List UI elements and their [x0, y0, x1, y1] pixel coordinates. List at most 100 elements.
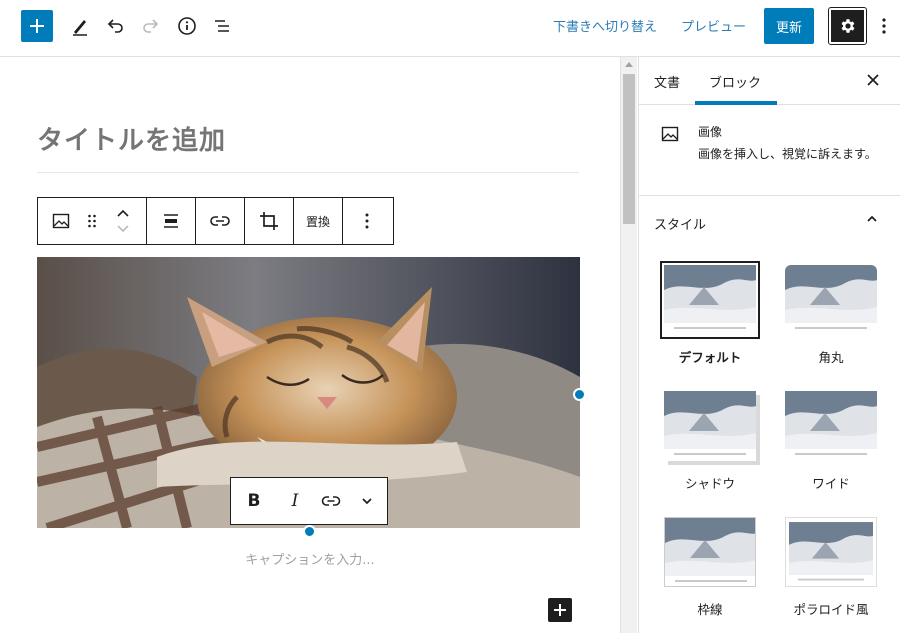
gear-icon	[841, 19, 854, 33]
top-toolbar: 下書きへ切り替え プレビュー 更新	[0, 0, 900, 57]
plus-icon	[30, 19, 44, 33]
style-option-border[interactable]: 枠線	[660, 517, 760, 618]
link-group	[196, 198, 245, 244]
block-description: 画像を挿入し、視覚に訴えます。	[698, 147, 877, 161]
settings-button[interactable]	[828, 7, 867, 45]
pencil-icon	[73, 20, 87, 36]
link-button[interactable]	[313, 478, 349, 524]
close-sidebar-button[interactable]	[864, 71, 882, 89]
close-icon	[867, 74, 879, 86]
style-thumb	[664, 391, 756, 461]
drag-handle-icon	[88, 214, 96, 228]
style-label: 枠線	[697, 602, 723, 617]
details-button[interactable]	[173, 12, 201, 40]
crop-icon	[260, 212, 278, 230]
style-option-default[interactable]: デフォルト	[660, 261, 760, 366]
update-button[interactable]: 更新	[764, 8, 814, 44]
scroll-up-arrow[interactable]	[625, 62, 633, 67]
link-icon	[321, 496, 341, 506]
editor-canvas: タイトルを追加 置換 B I キャプションを入力...	[0, 57, 620, 633]
chevron-up-icon	[867, 215, 877, 222]
info-icon	[178, 17, 196, 35]
snowy-mountain-thumbnail	[664, 391, 756, 461]
style-option-shadow[interactable]: シャドウ	[660, 391, 760, 492]
align-button[interactable]	[147, 198, 195, 244]
snowy-mountain-thumbnail	[664, 265, 756, 335]
add-block-inline-button[interactable]	[548, 598, 572, 622]
style-thumb	[785, 265, 877, 335]
vertical-ellipsis-icon	[365, 213, 369, 229]
image-icon	[661, 126, 679, 142]
title-divider	[37, 172, 579, 173]
resize-handle-bottom[interactable]	[303, 525, 316, 538]
style-label: デフォルト	[678, 350, 742, 365]
block-switcher-group	[38, 198, 147, 244]
styles-heading: スタイル	[654, 218, 707, 233]
link-icon	[210, 216, 230, 226]
redo-button[interactable]	[137, 12, 165, 40]
undo-icon	[107, 19, 123, 33]
style-label: 角丸	[818, 350, 844, 365]
vertical-ellipsis-icon	[882, 18, 886, 34]
crop-group	[245, 198, 294, 244]
style-thumb	[785, 517, 877, 587]
switch-to-draft-link[interactable]: 下書きへ切り替え	[553, 16, 657, 35]
resize-handle-right[interactable]	[573, 388, 586, 401]
snowy-mountain-thumbnail	[785, 391, 877, 461]
style-label: ワイド	[812, 476, 850, 491]
crop-button[interactable]	[245, 198, 293, 244]
settings-sidebar: 文書 ブロック 画像 画像を挿入し、視覚に訴えます。 スタイル デフォルト 角丸	[638, 57, 900, 633]
image-block-icon	[660, 124, 680, 148]
preview-link[interactable]: プレビュー	[681, 16, 746, 35]
style-thumb	[785, 391, 877, 461]
format-toolbar: B I	[230, 477, 388, 525]
options-group	[343, 198, 391, 244]
list-view-button[interactable]	[208, 12, 236, 40]
style-option-polaroid[interactable]: ポラロイド風	[781, 517, 881, 618]
list-view-icon	[215, 20, 229, 32]
style-option-rounded[interactable]: 角丸	[781, 265, 881, 366]
image-icon	[52, 213, 70, 229]
snowy-mountain-thumbnail	[785, 265, 877, 335]
italic-button[interactable]: I	[277, 478, 313, 524]
style-label: ポラロイド風	[793, 602, 869, 617]
chevron-down-icon[interactable]	[116, 224, 130, 234]
block-toolbar: 置換	[37, 197, 394, 245]
block-options-button[interactable]	[343, 198, 391, 244]
insert-link-button[interactable]	[196, 198, 244, 244]
chevron-up-icon[interactable]	[116, 208, 130, 218]
align-group	[147, 198, 196, 244]
tab-block[interactable]: ブロック	[709, 72, 761, 91]
snowy-mountain-thumbnail	[789, 522, 873, 586]
align-center-icon	[164, 214, 178, 228]
style-thumb	[660, 261, 760, 339]
scroll-thumb[interactable]	[623, 74, 635, 224]
plus-icon	[554, 604, 566, 616]
replace-button[interactable]: 置換	[294, 198, 342, 244]
more-options-button[interactable]	[876, 14, 892, 38]
move-buttons	[100, 198, 146, 244]
undo-button[interactable]	[101, 12, 129, 40]
style-label: シャドウ	[684, 476, 735, 491]
style-thumb	[664, 517, 756, 587]
style-option-wide[interactable]: ワイド	[781, 391, 881, 492]
active-tab-indicator	[695, 101, 777, 105]
drag-handle[interactable]	[84, 198, 100, 244]
styles-panel-header[interactable]: スタイル	[639, 197, 900, 247]
block-name: 画像	[698, 125, 723, 139]
editor-scrollbar[interactable]	[620, 57, 637, 633]
block-type-button[interactable]	[38, 198, 84, 244]
bold-button[interactable]: B	[231, 478, 277, 524]
replace-group: 置換	[294, 198, 344, 244]
chevron-down-icon	[362, 498, 372, 505]
add-block-button[interactable]	[21, 10, 53, 42]
tab-document[interactable]: 文書	[654, 72, 680, 91]
more-formats-button[interactable]	[349, 478, 385, 524]
edit-tool-button[interactable]	[66, 12, 94, 40]
snowy-mountain-thumbnail	[665, 518, 755, 586]
redo-icon	[143, 19, 159, 33]
caption-input[interactable]: キャプションを入力...	[0, 549, 620, 568]
block-card: 画像 画像を挿入し、視覚に訴えます。	[639, 106, 900, 196]
sidebar-tabs: 文書 ブロック	[639, 57, 900, 105]
post-title-input[interactable]: タイトルを追加	[37, 120, 226, 157]
